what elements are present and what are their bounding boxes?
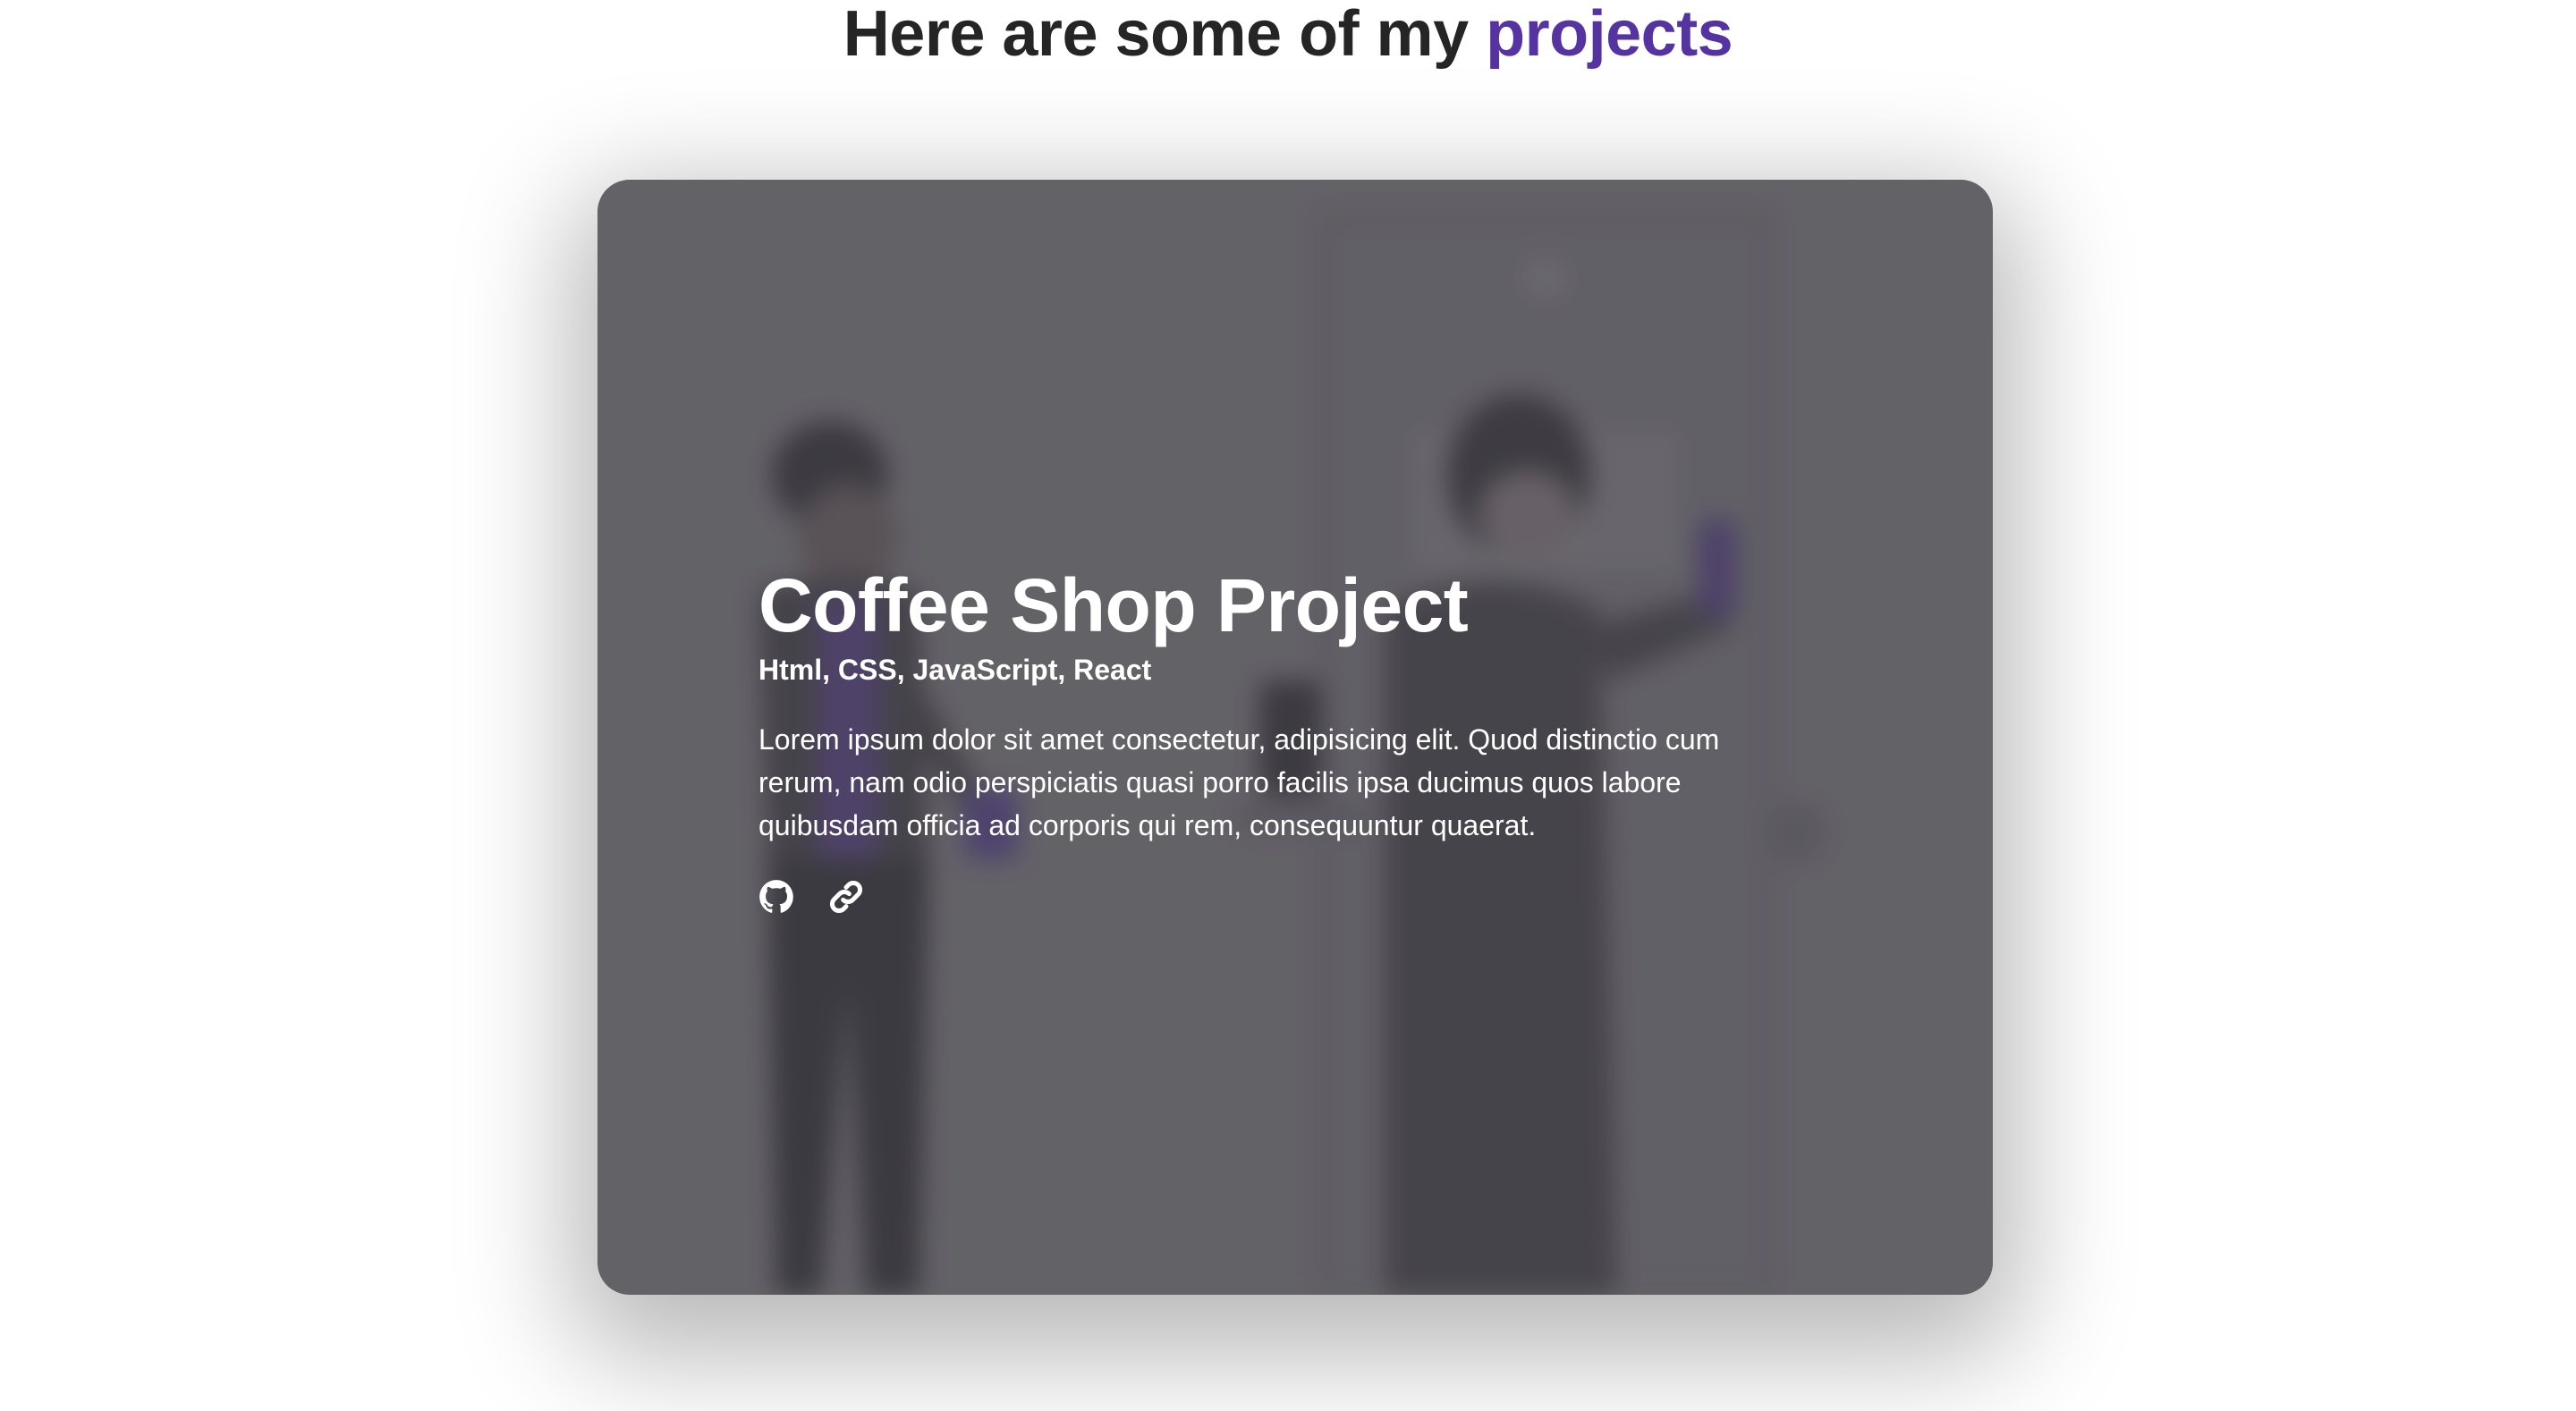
project-description: Lorem ipsum dolor sit amet consectetur, …: [758, 722, 1720, 841]
github-icon[interactable]: [758, 879, 794, 915]
project-title: Coffee Shop Project: [758, 563, 1469, 647]
link-icon[interactable]: [828, 879, 864, 915]
link-icon-graphic: [829, 880, 863, 914]
project-content: Coffee Shop Project Html, CSS, JavaScrip…: [758, 564, 1760, 915]
section-heading: Here are some of my projects: [0, 2, 2576, 66]
github-icon-graphic: [759, 880, 793, 913]
heading-accent: projects: [1486, 0, 1733, 70]
project-tech-stack: Html, CSS, JavaScript, React: [758, 654, 1152, 687]
heading-prefix: Here are some of my: [843, 0, 1469, 70]
project-card: Coffee Shop Project Html, CSS, JavaScrip…: [597, 180, 1993, 1295]
project-links: [758, 879, 1760, 915]
projects-section: Here are some of my projects Coffee Shop…: [0, 0, 2576, 1411]
